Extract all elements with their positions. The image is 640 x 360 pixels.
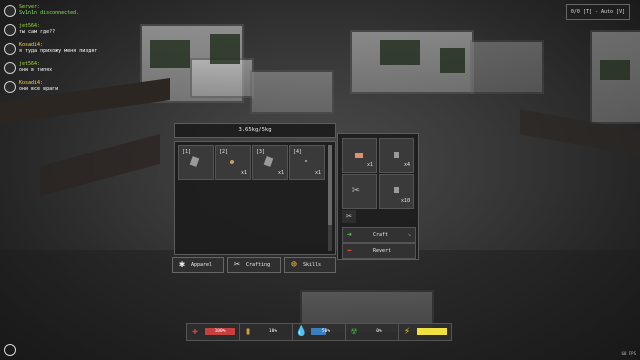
chat-message: Kosadi4: они все враги <box>4 80 204 97</box>
chat-text: jet564: ты сам где?? <box>19 23 55 35</box>
chat-body: ты сам где?? <box>19 29 56 35</box>
inventory-weight: 3.65kg/5kg <box>174 123 336 138</box>
scrollbar-thumb[interactable] <box>328 145 332 225</box>
radiation-stat: ☢ 0% <box>345 323 399 341</box>
inventory-slot-4[interactable]: [4] x1 <box>289 145 325 180</box>
chat-body: я туда прихожу меня пиздят <box>19 48 98 54</box>
inventory-panel: [1] [2] x1 [3] x1 [4] x1 <box>174 141 336 255</box>
avatar <box>4 24 16 36</box>
tools-icon: ✂ <box>233 259 241 270</box>
avatar <box>4 62 16 74</box>
water-drop-icon: 💧 <box>295 326 308 337</box>
water-stat: 💧 50% <box>292 323 346 341</box>
chat-body: они в типях <box>19 67 53 73</box>
item-icon <box>394 187 399 193</box>
radiation-icon: ☢ <box>350 326 358 337</box>
hammer-icon: ↘ <box>407 231 411 238</box>
slot-qty: x4 <box>403 162 410 168</box>
chat-text: Server: Sv1n1n disconnected. <box>19 4 79 16</box>
tools-icon: ✂ <box>352 183 360 198</box>
inventory-slot-2[interactable]: [2] x1 <box>215 145 251 180</box>
health-value: 100% <box>205 328 235 335</box>
slot-qty: x1 <box>240 170 247 176</box>
chat-message: Kosadi4: я туда прихожу меня пиздят <box>4 42 204 59</box>
craft-button[interactable]: ➜ Craft ↘ <box>342 227 416 243</box>
slot-qty: x1 <box>314 170 321 176</box>
status-bars: ✚ 100% ▮ 18% 💧 50% ☢ 0% ⚡ <box>186 323 452 341</box>
health-stat: ✚ 100% <box>186 323 240 341</box>
chat-message: jet564: они в типях <box>4 61 204 78</box>
slot-qty: x1 <box>277 170 284 176</box>
slot-index: [4] <box>293 149 303 155</box>
slot-qty: x1 <box>366 162 373 168</box>
target-icon: ⊕ <box>290 259 298 270</box>
arrow-left-icon: ⬅ <box>347 246 352 255</box>
tab-crafting[interactable]: ✂ Crafting <box>227 257 281 273</box>
lightning-icon: ⚡ <box>403 326 411 337</box>
slot-index: [2] <box>219 149 229 155</box>
tab-label: Apparel <box>191 262 213 268</box>
bandage-icon <box>355 153 363 158</box>
arrow-right-icon: ➜ <box>347 230 352 239</box>
radiation-value: 0% <box>376 329 382 334</box>
slot-qty: x10 <box>400 198 410 204</box>
fps-counter: 60 FPS <box>621 351 636 356</box>
avatar <box>4 43 16 55</box>
crafting-slot-4[interactable]: x10 <box>379 174 414 209</box>
item-icon <box>394 152 399 158</box>
inventory-slot-3[interactable]: [3] x1 <box>252 145 288 180</box>
stamina-value <box>417 328 447 335</box>
crafting-slot-2[interactable]: x4 <box>379 138 414 173</box>
crafting-slot-1[interactable]: x1 <box>342 138 377 173</box>
tab-skills[interactable]: ⊕ Skills <box>284 257 336 273</box>
chat-message: Server: Sv1n1n disconnected. <box>4 4 204 21</box>
health-cross-icon: ✚ <box>191 326 199 337</box>
food-icon: ▮ <box>244 326 252 337</box>
slot-index: [1] <box>182 149 192 155</box>
item-icon <box>189 156 200 167</box>
revert-label: Revert <box>373 248 392 254</box>
chat-body: Sv1n1n disconnected. <box>19 10 80 16</box>
slot-index: [3] <box>256 149 266 155</box>
crafting-panel: x1 x4 ✂ x10 ✂ ➜ Craft ↘ ⬅ Revert <box>337 133 419 260</box>
stamina-stat: ⚡ <box>398 323 452 341</box>
craft-label: Craft <box>373 232 389 238</box>
chat-body: они все враги <box>19 86 59 92</box>
item-icon <box>304 159 308 163</box>
tools-icon: ✂ <box>342 210 356 223</box>
item-icon <box>263 156 274 167</box>
water-value: 50% <box>311 328 341 335</box>
tab-label: Crafting <box>246 262 271 268</box>
chat-text: Kosadi4: они все враги <box>19 80 58 92</box>
chat-text: Kosadi4: я туда прихожу меня пиздят <box>19 42 97 54</box>
food-stat: ▮ 18% <box>239 323 293 341</box>
crafting-slot-3[interactable]: ✂ <box>342 174 377 209</box>
avatar <box>4 5 16 17</box>
revert-button[interactable]: ⬅ Revert <box>342 243 416 259</box>
compass-icon <box>4 344 16 356</box>
inventory-slot-1[interactable]: [1] <box>178 145 214 180</box>
hotkey-hint: 0/0 [T] - Auto [V] <box>566 4 630 20</box>
chat-text: jet564: они в типях <box>19 61 52 73</box>
chat-log: Server: Sv1n1n disconnected. jet564: ты сам… <box>4 4 204 99</box>
avatar <box>4 81 16 93</box>
chat-message: jet564: ты сам где?? <box>4 23 204 40</box>
food-value: 18% <box>268 329 278 334</box>
tab-label: Skills <box>303 262 322 268</box>
inventory-scrollbar[interactable] <box>328 145 332 251</box>
tab-apparel[interactable]: ✱ Apparel <box>172 257 224 273</box>
item-icon <box>229 159 235 165</box>
person-icon: ✱ <box>178 259 186 270</box>
